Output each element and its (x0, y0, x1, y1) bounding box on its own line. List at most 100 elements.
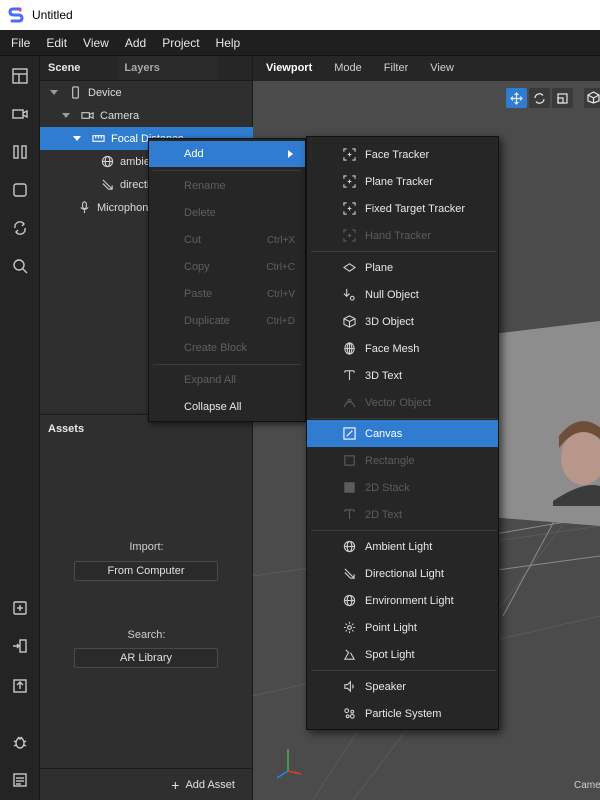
layout-icon[interactable] (8, 64, 32, 88)
tree-item-camera[interactable]: Camera (40, 104, 253, 127)
submenu-item-face-mesh[interactable]: Face Mesh (307, 335, 498, 362)
submenu-item-label: Plane Tracker (365, 175, 433, 188)
face-mesh-icon (342, 342, 356, 356)
add-asset-label: Add Asset (185, 778, 235, 791)
menu-add[interactable]: Add (117, 30, 154, 56)
globe-icon (342, 594, 356, 608)
menu-project[interactable]: Project (154, 30, 207, 56)
add-asset-button[interactable]: + Add Asset (40, 768, 253, 800)
submenu-item-environment-light[interactable]: Environment Light (307, 587, 498, 614)
stack-icon (342, 481, 356, 495)
submenu-item-null-object[interactable]: Null Object (307, 281, 498, 308)
submenu-item-vector-object[interactable]: Vector Object (307, 389, 498, 416)
window-title: Untitled (32, 8, 73, 22)
tree-item-device[interactable]: Device (40, 81, 253, 104)
submenu-item-hand-tracker[interactable]: Hand Tracker (307, 222, 498, 249)
submenu-item-ambient-light[interactable]: Ambient Light (307, 533, 498, 560)
tree-label: Camera (100, 109, 140, 122)
tab-layers[interactable]: Layers (118, 56, 219, 80)
bug-icon[interactable] (8, 730, 32, 754)
menu-item-cut[interactable]: Cut Ctrl+X (149, 227, 305, 253)
submenu-item-3d-object[interactable]: 3D Object (307, 308, 498, 335)
menu-edit[interactable]: Edit (38, 30, 75, 56)
menu-separator (311, 251, 496, 252)
submenu-item-2d-text[interactable]: 2D Text (307, 501, 498, 528)
submenu-item-label: Spot Light (365, 648, 415, 661)
submenu-item-point-light[interactable]: Point Light (307, 614, 498, 641)
submenu-item-rectangle[interactable]: Rectangle (307, 447, 498, 474)
point-light-icon (342, 621, 356, 635)
import-icon[interactable] (8, 634, 32, 658)
submenu-item-label: Null Object (365, 288, 419, 301)
upload-icon[interactable] (8, 674, 32, 698)
menu-item-paste[interactable]: Paste Ctrl+V (149, 281, 305, 307)
globe-icon (342, 540, 356, 554)
submenu-item-particle-system[interactable]: Particle System (307, 700, 498, 727)
menu-view[interactable]: View (75, 30, 117, 56)
menu-item-label: Add (184, 148, 204, 160)
menu-item-rename[interactable]: Rename (149, 173, 305, 199)
title-bar: Untitled (0, 0, 600, 30)
tracker-icon (342, 202, 356, 216)
microphone-icon (77, 201, 91, 215)
menu-item-label: Delete (184, 207, 216, 219)
sync-icon[interactable] (8, 216, 32, 240)
submenu-item-label: Canvas (365, 427, 403, 440)
video-icon[interactable] (8, 102, 32, 126)
menu-item-duplicate[interactable]: Duplicate Ctrl+D (149, 308, 305, 334)
rotate-tool-icon[interactable] (529, 88, 550, 108)
expand-caret-icon[interactable] (50, 90, 58, 95)
text-icon (342, 369, 356, 383)
submenu-item-label: 2D Text (365, 508, 403, 521)
menu-item-label: Duplicate (184, 315, 230, 327)
submenu-item-label: Point Light (365, 621, 417, 634)
add-folder-icon[interactable] (8, 596, 32, 620)
submenu-item-label: Face Tracker (365, 148, 430, 161)
columns-icon[interactable] (8, 140, 32, 164)
menu-item-add[interactable]: Add (149, 141, 305, 167)
menu-item-label: Rename (184, 180, 226, 192)
particle-icon (342, 707, 356, 721)
submenu-item-directional-light[interactable]: Directional Light (307, 560, 498, 587)
menu-file[interactable]: File (0, 30, 38, 56)
vector-icon (342, 396, 356, 410)
menu-item-expand-all[interactable]: Expand All (149, 367, 305, 393)
menu-separator (153, 170, 301, 171)
submenu-item-fixed-target-tracker[interactable]: Fixed Target Tracker (307, 195, 498, 222)
scale-tool-icon[interactable] (552, 88, 573, 108)
square-icon[interactable] (8, 178, 32, 202)
menu-item-label: Collapse All (184, 401, 242, 413)
search-icon[interactable] (8, 254, 32, 278)
menu-help[interactable]: Help (208, 30, 249, 56)
submenu-item-plane[interactable]: Plane (307, 254, 498, 281)
assets-title: Assets (48, 423, 85, 435)
speaker-icon (342, 680, 356, 694)
submenu-arrow-icon (288, 150, 293, 158)
move-tool-icon[interactable] (506, 88, 527, 108)
menu-item-label: Paste (184, 288, 213, 300)
submenu-item-face-tracker[interactable]: Face Tracker (307, 141, 498, 168)
menu-item-label: Cut (184, 234, 202, 246)
menu-item-delete[interactable]: Delete (149, 200, 305, 226)
search-label: Search: (127, 629, 166, 641)
menu-item-copy[interactable]: Copy Ctrl+C (149, 254, 305, 280)
submenu-item-speaker[interactable]: Speaker (307, 673, 498, 700)
cube-view-icon[interactable] (584, 88, 600, 108)
from-computer-button[interactable]: From Computer (74, 561, 218, 581)
submenu-item-plane-tracker[interactable]: Plane Tracker (307, 168, 498, 195)
ar-library-button[interactable]: AR Library (74, 648, 218, 668)
submenu-item-spot-light[interactable]: Spot Light (307, 641, 498, 668)
expand-caret-icon[interactable] (62, 113, 70, 118)
expand-caret-icon[interactable] (73, 136, 81, 141)
menu-item-collapse-all[interactable]: Collapse All (149, 394, 305, 420)
transform-tools (506, 88, 573, 108)
menu-item-create-block[interactable]: Create Block (149, 335, 305, 361)
null-object-icon (342, 288, 356, 302)
tree-label: Device (88, 86, 122, 99)
submenu-item-canvas[interactable]: Canvas (307, 420, 498, 447)
submenu-item-3d-text[interactable]: 3D Text (307, 362, 498, 389)
console-icon[interactable] (8, 768, 32, 792)
tab-scene[interactable]: Scene (40, 56, 88, 80)
shortcut-label: Ctrl+C (266, 261, 295, 273)
submenu-item-2d-stack[interactable]: 2D Stack (307, 474, 498, 501)
